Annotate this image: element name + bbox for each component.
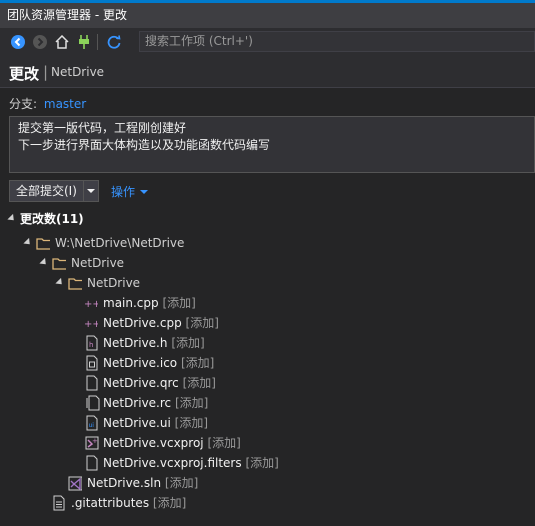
tree-item-folder[interactable]: NetDrive [0,253,535,273]
file-status: [添加] [182,376,216,390]
search-input[interactable]: 搜索工作项 (Ctrl+') [139,31,535,52]
solution-file-icon [68,476,82,491]
commit-message-line2: 下一步进行界面大体构造以及功能函数代码编写 [18,138,271,152]
expand-arrow-icon[interactable] [55,277,65,288]
rc-file-icon [86,395,100,411]
file-name: NetDrive.rc [103,396,172,410]
file-name: NetDrive.vcxproj.filters [103,456,242,470]
forward-icon[interactable] [32,34,48,50]
title-separator: | [43,63,49,81]
file-name: NetDrive.vcxproj [103,436,204,450]
ui-file-icon: ui [86,415,98,431]
file-name: NetDrive.sln [87,476,162,490]
file-status: [添加] [171,336,205,350]
tree-item-folder[interactable]: NetDrive [0,273,535,293]
actions-caret-icon [140,190,149,194]
actions-label: 操作 [111,185,136,199]
header-file-icon: h [86,335,98,351]
commit-dropdown-button[interactable] [83,180,99,202]
file-row[interactable]: NetDrive.ico [添加] [0,353,535,373]
commit-all-button[interactable]: 全部提交(I) [9,180,89,202]
file-name: NetDrive.h [103,336,168,350]
toolbar: 搜索工作项 (Ctrl+') [0,28,535,56]
tree-item-label: NetDrive [71,256,125,270]
file-row[interactable]: NetDrive.vcxproj.filters [添加] [0,453,535,473]
refresh-icon[interactable] [106,34,122,50]
file-status: [添加] [164,476,199,490]
file-name: NetDrive.ico [103,356,178,370]
file-row[interactable]: ui NetDrive.ui [添加] [0,413,535,433]
svg-text:+: + [92,437,98,445]
file-status: [添加] [180,356,215,370]
changes-count-label: 更改数(11) [20,212,84,226]
page-header: 更改 | NetDrive [0,56,535,88]
tree-item-label: NetDrive [87,276,141,290]
home-icon[interactable] [54,34,70,50]
file-row[interactable]: ++ NetDrive.cpp [添加] [0,313,535,333]
plug-icon[interactable] [76,34,92,50]
cpp-add-icon: ++ [84,319,98,330]
changes-section-header[interactable]: 更改数(11) [0,209,535,229]
tree-item-path[interactable]: W:\NetDrive\NetDrive [0,233,535,253]
commit-message-input[interactable]: 提交第一版代码，工程刚创建好 下一步进行界面大体构造以及功能函数代码编写 [9,116,535,173]
chevron-down-icon [87,189,95,193]
svg-text:++: ++ [84,299,98,310]
ico-file-icon [86,355,98,371]
commit-message-line1: 提交第一版代码，工程刚创建好 [18,121,187,135]
file-icon [86,455,98,471]
actions-menu[interactable]: 操作 [111,183,149,200]
file-name: .gitattributes [71,496,150,510]
file-status: [添加] [174,416,209,430]
toolbar-divider [97,34,98,50]
file-name: NetDrive.cpp [103,316,182,330]
page-title: 更改 [9,65,40,83]
file-status: [添加] [174,396,209,410]
back-icon[interactable] [10,34,26,50]
folder-icon [68,278,82,290]
file-status: [添加] [162,296,196,310]
svg-text:++: ++ [84,319,98,330]
file-icon [86,375,98,391]
svg-text:h: h [89,341,93,349]
file-row[interactable]: NetDrive.qrc [添加] [0,373,535,393]
file-row[interactable]: NetDrive.sln [添加] [0,473,535,493]
file-status: [添加] [185,316,219,330]
file-name: NetDrive.qrc [103,376,179,390]
folder-icon [52,258,66,270]
file-row[interactable]: NetDrive.rc [添加] [0,393,535,413]
file-name: main.cpp [103,296,159,310]
file-status: [添加] [152,496,187,510]
branch-row: 分支: master [9,95,86,112]
file-row[interactable]: ++ main.cpp [添加] [0,293,535,313]
file-name: NetDrive.ui [103,416,171,430]
page-subtitle: NetDrive [51,65,105,79]
tree-item-label: W:\NetDrive\NetDrive [55,236,185,250]
file-row[interactable]: h NetDrive.h [添加] [0,333,535,353]
svg-text:ui: ui [89,422,95,429]
expand-arrow-icon[interactable] [7,213,17,224]
file-row[interactable]: + NetDrive.vcxproj [添加] [0,433,535,453]
file-status: [添加] [245,456,279,470]
cpp-add-icon: ++ [84,299,98,310]
branch-label: 分支: [9,97,38,111]
vcxproj-icon: + [85,436,99,450]
file-row[interactable]: .gitattributes [添加] [0,493,535,513]
folder-icon [36,238,50,250]
text-file-icon [53,495,65,511]
file-status: [添加] [207,436,241,450]
branch-link[interactable]: master [44,97,86,111]
window-title: 团队资源管理器 - 更改 [0,0,535,28]
expand-arrow-icon[interactable] [23,237,33,248]
expand-arrow-icon[interactable] [39,257,49,268]
